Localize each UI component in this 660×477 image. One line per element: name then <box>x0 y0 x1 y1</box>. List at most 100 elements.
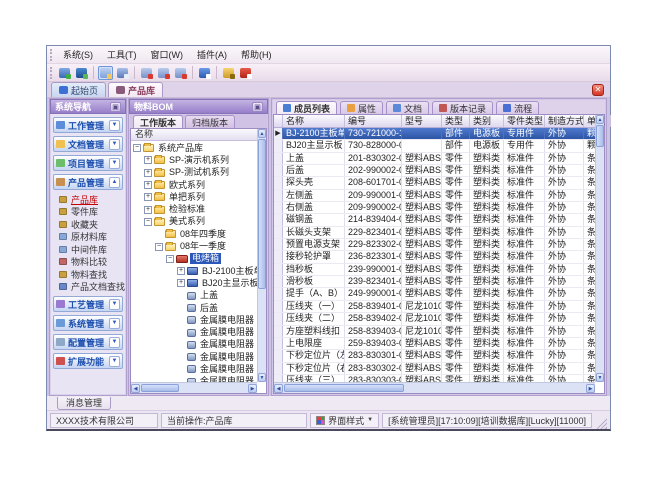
collapse-icon[interactable]: − <box>155 243 163 251</box>
menu-item-3[interactable]: 插件(A) <box>190 46 234 63</box>
table-vertical-scrollbar[interactable]: ▲ ▼ <box>595 115 604 382</box>
expand-icon[interactable]: + <box>144 156 152 164</box>
sidebar-item-2[interactable]: 收藏夹 <box>51 218 125 231</box>
table-row[interactable]: 下秒定位片（右）283-830302-00X塑料ABS零件塑料类标准件外协条 <box>274 363 604 375</box>
chevron-down-icon[interactable]: ▼ <box>109 318 120 329</box>
sidebar-item-5[interactable]: 物料比较 <box>51 256 125 269</box>
menu-item-2[interactable]: 窗口(W) <box>144 46 191 63</box>
tree-hscroll-thumb[interactable] <box>141 384 179 392</box>
tree-horizontal-scrollbar[interactable]: ◀ ▶ <box>131 382 257 393</box>
tree-node-6[interactable]: −美式系列 <box>131 216 257 228</box>
table-row[interactable]: 后盖202-990002-01X塑料ABS零件塑料类标准件外协条 <box>274 165 604 177</box>
chevron-down-icon[interactable]: ▼ <box>109 158 120 169</box>
expand-icon[interactable]: + <box>144 169 152 177</box>
table-vscroll-thumb[interactable] <box>596 125 604 147</box>
tree-node-0[interactable]: −系统产品库 <box>131 142 257 154</box>
column-header-1[interactable]: 编号 <box>345 115 402 127</box>
table-row[interactable]: 探头壳208-601701-01X塑料ABS零件塑料类标准件外协条 <box>274 177 604 189</box>
table-hscroll-thumb[interactable] <box>284 384 404 392</box>
chevron-down-icon[interactable]: ▼ <box>109 299 120 310</box>
table-row[interactable]: BJ20主显示板730-828000-04X部件电源板专用件外协颗 <box>274 140 604 152</box>
table-row[interactable]: 压线夹（一）258-839401-00X尼龙1010零件塑料类标准件外协条 <box>274 301 604 313</box>
sidebar-group-7[interactable]: 扩展功能▼ <box>53 353 123 369</box>
column-header-4[interactable]: 类别 <box>470 115 504 127</box>
expand-icon[interactable]: + <box>144 181 152 189</box>
menu-item-1[interactable]: 工具(T) <box>100 46 144 63</box>
scroll-up-icon[interactable]: ▲ <box>258 129 266 138</box>
table-row[interactable]: 右侧盖209-990002-01X塑料ABS零件塑料类标准件外协条 <box>274 202 604 214</box>
window-close-badge-icon[interactable] <box>139 66 154 80</box>
sidebar-item-7[interactable]: 产品文档查找 <box>51 281 125 294</box>
menu-item-0[interactable]: 系统(S) <box>56 46 100 63</box>
chevron-down-icon[interactable]: ▼ <box>109 337 120 348</box>
doc-tab-0[interactable]: 起始页 <box>51 82 106 97</box>
content-tab-1[interactable]: 属性 <box>340 101 383 114</box>
scroll-right-icon[interactable]: ▶ <box>248 384 257 393</box>
sidebar-group-6[interactable]: 配置管理▼ <box>53 334 123 350</box>
scroll-up-icon[interactable]: ▲ <box>596 115 604 124</box>
table-row[interactable]: 预置电源支架229-823302-00X塑料ABS零件塑料类标准件外协条 <box>274 239 604 251</box>
tree-node-18[interactable]: 金属膜电阻器 <box>131 363 257 375</box>
table-row[interactable]: ▶BJ-2100主板单点730-721000-12X部件电源板专用件外协颗 <box>274 128 604 140</box>
message-management-tab[interactable]: 消息管理 <box>57 397 111 410</box>
table-row[interactable]: 滑秒板239-823401-00X塑料ABS零件塑料类标准件外协条 <box>274 276 604 288</box>
tree-node-11[interactable]: +BJ20主显示板 <box>131 277 257 289</box>
help-icon[interactable] <box>197 66 212 80</box>
tree-node-7[interactable]: 08年四季度 <box>131 228 257 240</box>
tree-node-16[interactable]: 金属膜电阻器 <box>131 339 257 351</box>
column-header-3[interactable]: 类型 <box>442 115 470 127</box>
globe-icon[interactable] <box>74 66 89 80</box>
menu-item-4[interactable]: 帮助(H) <box>234 46 279 63</box>
sidebar-group-1[interactable]: 文档管理▼ <box>53 136 123 152</box>
table-row[interactable]: 提手（A、B）249-990001-01X塑料ABS零件塑料类标准件外协条 <box>274 288 604 300</box>
table-row[interactable]: 长磁头支架229-823401-00X塑料ABS零件塑料类标准件外协条 <box>274 227 604 239</box>
content-tab-3[interactable]: 版本记录 <box>432 101 493 114</box>
sidebar-group-4[interactable]: 工艺管理▼ <box>53 296 123 312</box>
table-row[interactable]: 下秒定位片（左）283-830301-00X塑料ABS零件塑料类标准件外协条 <box>274 350 604 362</box>
folder-window-icon[interactable] <box>98 66 113 80</box>
tree-node-4[interactable]: +单把系列 <box>131 191 257 203</box>
chevron-down-icon[interactable]: ▼ <box>109 120 120 131</box>
sidebar-item-0[interactable]: 产品库 <box>51 193 125 206</box>
content-tab-0[interactable]: 成员列表 <box>276 101 337 114</box>
window-export-badge-icon[interactable] <box>156 66 171 80</box>
table-horizontal-scrollbar[interactable]: ◀ ▶ <box>274 382 595 393</box>
table-row[interactable]: 接秒轮护罩236-823301-00X塑料ABS零件塑料类标准件外协条 <box>274 251 604 263</box>
column-header-0[interactable]: 名称 <box>283 115 345 127</box>
sidebar-group-3[interactable]: 产品管理▲ <box>53 174 123 190</box>
scroll-left-icon[interactable]: ◀ <box>274 384 283 393</box>
tree-column-header[interactable]: 名称 <box>131 129 266 141</box>
tree-node-9[interactable]: −电烤箱 <box>131 253 257 265</box>
scroll-right-icon[interactable]: ▶ <box>586 384 595 393</box>
window-sync-badge-icon[interactable] <box>173 66 188 80</box>
column-header-6[interactable]: 制造方式 <box>545 115 584 127</box>
table-row[interactable]: 挡秒板239-990001-01X塑料ABS零件塑料类标准件外协条 <box>274 264 604 276</box>
sidebar-group-0[interactable]: 工作管理▼ <box>53 117 123 133</box>
tree-node-2[interactable]: +SP-测试机系列 <box>131 167 257 179</box>
tree-node-10[interactable]: +BJ-2100主板单点 <box>131 265 257 277</box>
toolbar-drag-grip[interactable] <box>50 67 53 79</box>
table-row[interactable]: 方座塑料线扣258-839403-00X尼龙1010零件塑料类标准件外协条 <box>274 326 604 338</box>
menu-drag-grip[interactable] <box>50 49 53 61</box>
sidebar-group-5[interactable]: 系统管理▼ <box>53 315 123 331</box>
scroll-down-icon[interactable]: ▼ <box>596 373 604 382</box>
tree-node-5[interactable]: +检验标准 <box>131 203 257 215</box>
table-row[interactable]: 左侧盖209-990001-01X塑料ABS零件塑料类标准件外协条 <box>274 190 604 202</box>
expand-icon[interactable]: + <box>144 206 152 214</box>
chevron-down-icon[interactable]: ▼ <box>109 356 120 367</box>
tree-node-3[interactable]: +欧式系列 <box>131 179 257 191</box>
version-tab-0[interactable]: 工作版本 <box>133 115 183 128</box>
collapse-icon[interactable]: − <box>166 255 174 263</box>
panel-options-icon[interactable]: ▣ <box>252 102 263 112</box>
expand-icon[interactable]: + <box>177 267 185 275</box>
tree-node-13[interactable]: 后盖 <box>131 302 257 314</box>
sidebar-group-2[interactable]: 项目管理▼ <box>53 155 123 171</box>
expand-icon[interactable]: + <box>144 193 152 201</box>
lock-icon[interactable] <box>221 66 236 80</box>
tree-node-15[interactable]: 金属膜电阻器 <box>131 326 257 338</box>
expand-icon[interactable]: + <box>177 279 185 287</box>
scroll-down-icon[interactable]: ▼ <box>258 373 266 382</box>
table-row[interactable]: 压线夹（三）283-830303-00X塑料ABS零件塑料类标准件外协条 <box>274 375 604 382</box>
version-tab-1[interactable]: 归档版本 <box>185 115 235 128</box>
table-row[interactable]: 磁钢盖214-839404-01X塑料ABS零件塑料类标准件外协条 <box>274 214 604 226</box>
